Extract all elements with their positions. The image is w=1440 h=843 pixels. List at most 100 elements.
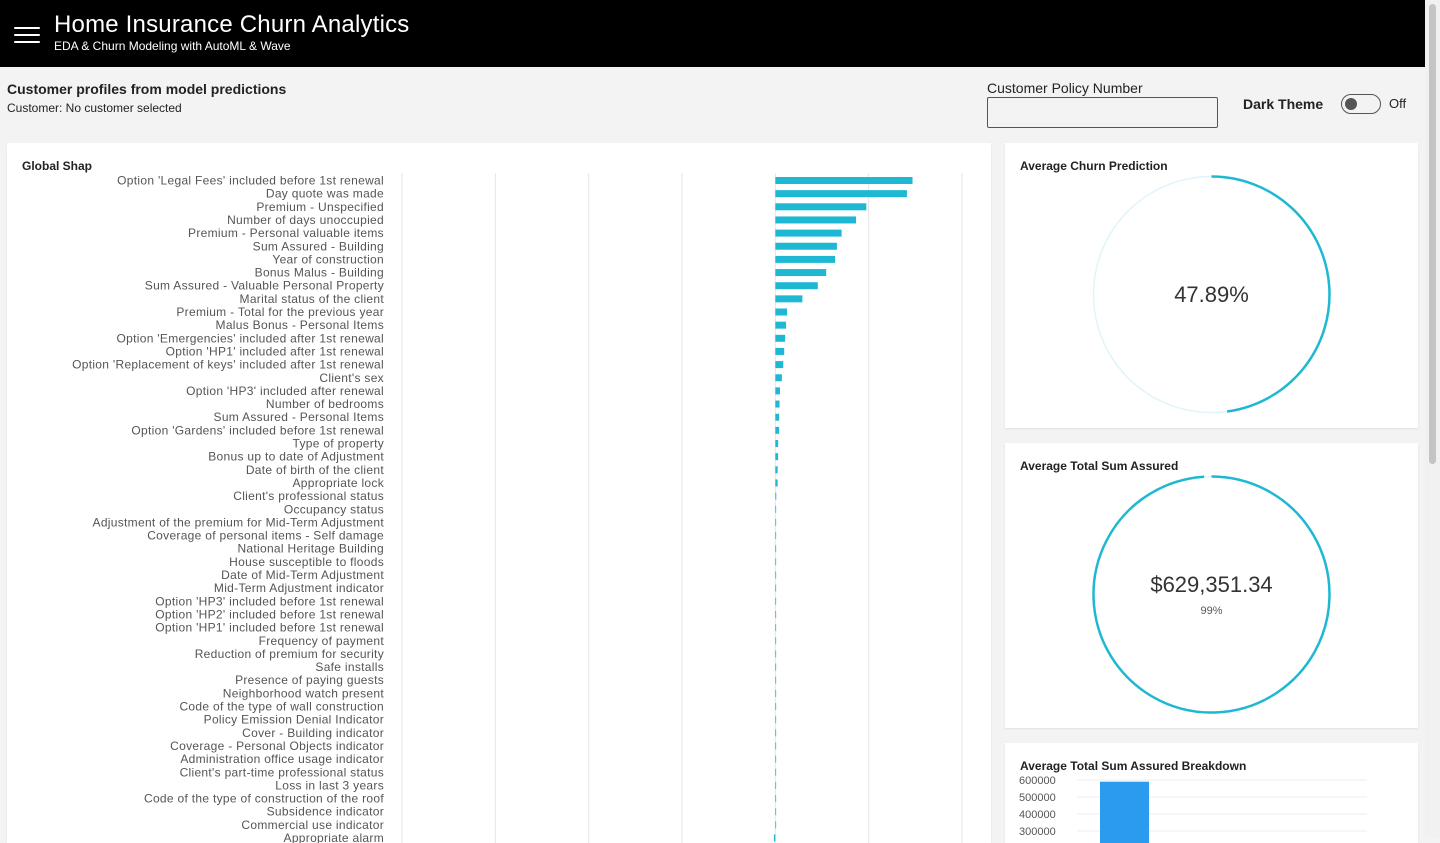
shap-feature-label: Option 'HP1' included before 1st renewal <box>155 621 384 635</box>
shap-feature-label: Subsidence indicator <box>267 805 384 819</box>
shap-bar[interactable] <box>775 453 779 461</box>
shap-bar[interactable] <box>775 387 780 395</box>
shap-bar[interactable] <box>775 466 778 474</box>
shap-bar[interactable] <box>775 650 777 658</box>
shap-bar[interactable] <box>775 637 777 645</box>
breakdown-y-tick: 400000 <box>1019 809 1056 821</box>
shap-feature-label: Frequency of payment <box>259 634 385 648</box>
shap-feature-label: Sum Assured - Building <box>253 239 384 253</box>
shap-bar[interactable] <box>775 334 786 342</box>
shap-feature-label: Commercial use indicator <box>241 818 384 832</box>
global-shap-title: Global Shap <box>22 159 93 173</box>
shap-feature-label: Administration office usage indicator <box>180 752 384 766</box>
shap-feature-label: Option 'HP1' included after 1st renewal <box>166 344 384 358</box>
shap-bar[interactable] <box>775 347 785 355</box>
shap-bar[interactable] <box>775 400 780 408</box>
shap-bar[interactable] <box>775 374 782 382</box>
policy-number-input[interactable] <box>987 97 1218 128</box>
shap-bar[interactable] <box>775 558 777 566</box>
shap-feature-label: National Heritage Building <box>237 542 384 556</box>
shap-bar[interactable] <box>775 269 827 277</box>
shap-feature-label: Code of the type of construction of the … <box>144 792 384 806</box>
shap-bar[interactable] <box>775 426 780 434</box>
shap-feature-label: Occupancy status <box>284 502 384 516</box>
shap-feature-label: Option 'HP3' included before 1st renewal <box>155 594 384 608</box>
shap-bar[interactable] <box>775 440 779 447</box>
shap-feature-label: Adjustment of the premium for Mid-Term A… <box>93 515 385 529</box>
shap-feature-label: Sum Assured - Valuable Personal Property <box>145 279 384 293</box>
shap-bar[interactable] <box>775 321 787 329</box>
shap-bar[interactable] <box>775 505 777 513</box>
shap-feature-label: Appropriate alarm <box>284 831 384 843</box>
shap-feature-label: House susceptible to floods <box>229 555 384 569</box>
breakdown-y-tick: 300000 <box>1019 826 1056 838</box>
shap-feature-label: Code of the type of wall construction <box>179 700 384 714</box>
shap-bar[interactable] <box>775 295 803 303</box>
page-scrollbar[interactable] <box>1425 0 1440 838</box>
shap-bar[interactable] <box>775 610 777 618</box>
shap-feature-label: Marital status of the client <box>240 292 385 306</box>
shap-bar[interactable] <box>775 584 777 592</box>
policy-number-label: Customer Policy Number <box>987 80 1143 96</box>
toggle-knob <box>1345 98 1357 110</box>
shap-bar[interactable] <box>775 518 777 526</box>
dark-theme-state: Off <box>1389 96 1407 111</box>
shap-feature-label: Option 'Gardens' included before 1st ren… <box>131 423 384 437</box>
shap-bar[interactable] <box>775 689 777 697</box>
shap-feature-label: Appropriate lock <box>292 476 384 490</box>
shap-bar[interactable] <box>775 190 907 198</box>
shap-bar[interactable] <box>775 703 777 710</box>
shap-bar[interactable] <box>775 492 777 500</box>
shap-bar[interactable] <box>775 729 777 737</box>
breakdown-y-tick: 500000 <box>1019 792 1056 804</box>
shap-bar[interactable] <box>775 716 777 724</box>
shap-bar[interactable] <box>775 755 777 763</box>
dark-theme-toggle[interactable] <box>1341 94 1381 114</box>
shap-bar[interactable] <box>775 177 913 184</box>
selected-customer-text: Customer: No customer selected <box>7 101 182 115</box>
churn-prediction-card: Average Churn Prediction 47.89% <box>1005 143 1418 428</box>
app-title: Home Insurance Churn Analytics <box>54 11 410 38</box>
shap-feature-label: Type of property <box>292 437 384 451</box>
shap-feature-label: Premium - Total for the previous year <box>176 305 384 319</box>
shap-bar[interactable] <box>775 203 867 211</box>
shap-bar[interactable] <box>775 361 784 369</box>
sum-assured-breakdown-card: 600000 500000 400000 300000 Average Total S… <box>1005 743 1418 843</box>
app-header: Home Insurance Churn Analytics EDA & Chu… <box>0 0 1425 67</box>
shap-feature-label: Neighborhood watch present <box>223 686 385 700</box>
shap-feature-label: Option 'Replacement of keys' included af… <box>72 358 384 372</box>
hamburger-menu-icon[interactable] <box>14 27 40 45</box>
shap-feature-label: Client's sex <box>319 371 384 385</box>
shap-bar[interactable] <box>775 255 836 263</box>
breakdown-bar[interactable] <box>1100 781 1149 843</box>
shap-bar[interactable] <box>775 282 818 290</box>
shap-bar[interactable] <box>773 834 776 842</box>
shap-bar[interactable] <box>775 821 777 829</box>
shap-bar[interactable] <box>775 229 842 237</box>
shap-bar[interactable] <box>775 216 857 224</box>
shap-bar[interactable] <box>775 571 777 579</box>
shap-bar[interactable] <box>775 545 777 553</box>
scrollbar-thumb[interactable] <box>1429 4 1436 464</box>
shap-bar[interactable] <box>775 795 777 803</box>
shap-feature-label: Number of bedrooms <box>266 397 384 411</box>
shap-bar[interactable] <box>775 768 777 776</box>
shap-feature-label: Option 'HP3' included after renewal <box>186 384 384 398</box>
shap-feature-label: Malus Bonus - Personal Items <box>216 318 384 332</box>
shap-bar[interactable] <box>775 242 837 250</box>
shap-bar[interactable] <box>775 781 777 789</box>
sum-assured-breakdown-chart: 600000 500000 400000 300000 <box>1019 775 1367 843</box>
sum-assured-card: Average Total Sum Assured $629,351.34 99… <box>1005 443 1418 728</box>
shap-feature-label: Premium - Unspecified <box>256 200 384 214</box>
shap-bar[interactable] <box>775 742 777 750</box>
shap-bar[interactable] <box>775 479 778 487</box>
shap-bar[interactable] <box>775 676 777 684</box>
shap-bar[interactable] <box>775 808 777 816</box>
shap-feature-label: Option 'Emergencies' included after 1st … <box>117 331 384 345</box>
shap-bar[interactable] <box>775 532 777 540</box>
shap-bar[interactable] <box>775 413 780 421</box>
shap-bar[interactable] <box>775 624 777 632</box>
shap-bar[interactable] <box>775 597 777 605</box>
shap-bar[interactable] <box>775 663 777 671</box>
shap-bar[interactable] <box>775 308 787 316</box>
